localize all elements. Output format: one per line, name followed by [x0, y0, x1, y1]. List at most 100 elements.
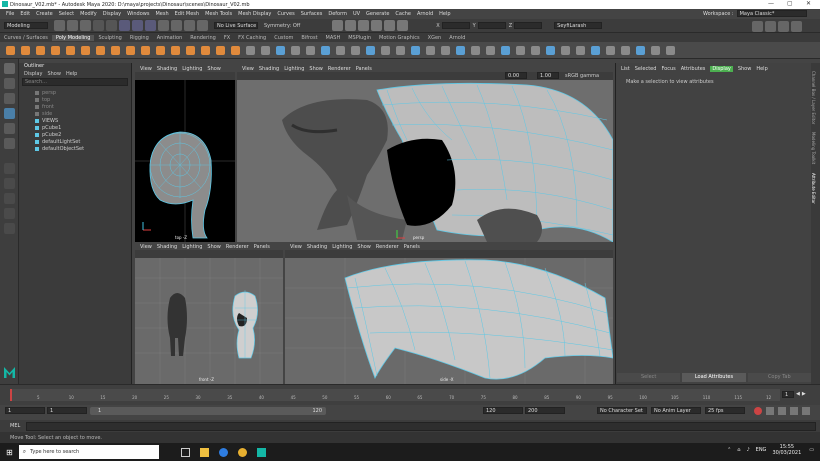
fill-hole-icon[interactable]	[396, 45, 405, 55]
outliner-search-input[interactable]: Search...	[22, 78, 128, 86]
menu-select[interactable]: Select	[59, 11, 74, 17]
paint-select-tool-icon[interactable]	[4, 93, 15, 104]
file-explorer-icon[interactable]	[199, 447, 209, 457]
viewport-front[interactable]: View Shading Lighting Show Renderer Panels fr…	[135, 244, 283, 384]
notifications-icon[interactable]: ▭	[809, 447, 814, 453]
outliner-menu-show[interactable]: Show	[47, 71, 61, 77]
torus-icon[interactable]	[66, 45, 75, 55]
symmetry-label[interactable]: Symmetry: Off	[264, 23, 300, 29]
side-tab-attribute-editor[interactable]: Attribute Editor	[811, 173, 816, 204]
load-attributes-button[interactable]: Load Attributes	[682, 373, 746, 382]
shelf-tab-bifrost[interactable]: Bifrost	[297, 35, 321, 41]
outliner-item[interactable]: side	[19, 110, 131, 117]
shelf-tab-curves-surfaces[interactable]: Curves / Surfaces	[0, 35, 52, 41]
volume-icon[interactable]: ♪	[746, 447, 749, 453]
layout-icon[interactable]	[591, 45, 600, 55]
gear-icon[interactable]	[186, 45, 195, 55]
attr-tab-help[interactable]: Help	[756, 66, 767, 72]
command-input[interactable]	[26, 421, 817, 431]
merge-icon[interactable]	[456, 45, 465, 55]
delete-history-icon[interactable]	[666, 45, 675, 55]
menu-mesh-tools[interactable]: Mesh Tools	[205, 11, 232, 17]
shelf-tab-mash[interactable]: MASH	[322, 35, 345, 41]
shelf-tab-msplugin[interactable]: MSPlugin	[344, 35, 375, 41]
shelf-tab-fx-caching[interactable]: FX Caching	[234, 35, 270, 41]
soccer-icon[interactable]	[201, 45, 210, 55]
smooth-icon[interactable]	[291, 45, 300, 55]
network-icon[interactable]: ⌂	[737, 447, 740, 453]
quad-draw-icon[interactable]	[486, 45, 495, 55]
clock[interactable]: 15:55 30/03/2021	[772, 444, 801, 456]
menu-curves[interactable]: Curves	[277, 11, 294, 17]
target-weld-icon[interactable]	[426, 45, 435, 55]
menu-arnold[interactable]: Arnold	[417, 11, 433, 17]
maya-taskbar-icon[interactable]	[256, 447, 266, 457]
user-account-dropdown[interactable]: SeyfiLarash	[554, 22, 603, 29]
play-forward-icon[interactable]: ▶	[802, 391, 806, 397]
anim-prefs-icon[interactable]	[802, 407, 810, 415]
viewport-persp[interactable]: View Shading Lighting Show Renderer Panels 0.…	[237, 66, 613, 242]
shelf-tab-animation[interactable]: Animation	[153, 35, 187, 41]
open-scene-icon[interactable]	[67, 20, 78, 31]
redo-icon[interactable]	[106, 20, 117, 31]
freeze-icon[interactable]	[651, 45, 660, 55]
chrome-icon[interactable]	[237, 447, 247, 457]
graph-layout-icon[interactable]	[4, 223, 15, 234]
render-frame-icon[interactable]	[345, 20, 357, 31]
attr-tab-show[interactable]: Show	[738, 66, 752, 72]
x-field[interactable]	[441, 22, 470, 29]
snap-view-icon[interactable]	[197, 20, 208, 31]
platonic-icon[interactable]	[111, 45, 120, 55]
modeling-toolkit-toggle-icon[interactable]	[752, 21, 763, 32]
viewport-side[interactable]: View Shading Lighting Show Renderer Panels si…	[285, 244, 613, 384]
rotate-tool-icon[interactable]	[4, 123, 15, 134]
workspace-selector[interactable]: Workspace : Maya Classic*	[697, 10, 807, 17]
mel-label[interactable]: MEL	[10, 423, 20, 429]
four-view-layout-icon[interactable]	[4, 178, 15, 189]
auto-uv-icon[interactable]	[561, 45, 570, 55]
minimize-button[interactable]: —	[768, 0, 774, 7]
disc-icon[interactable]	[96, 45, 105, 55]
shelf-tab-sculpting[interactable]: Sculpting	[94, 35, 125, 41]
playback-prefs-icon[interactable]	[778, 407, 786, 415]
taskbar-search-box[interactable]: ⌕ Type here to search	[18, 445, 159, 459]
shelf-tab-motion-graphics[interactable]: Motion Graphics	[375, 35, 424, 41]
menu-edit[interactable]: Edit	[20, 11, 30, 17]
separate-icon[interactable]	[261, 45, 270, 55]
new-scene-icon[interactable]	[54, 20, 65, 31]
render-settings-icon[interactable]	[371, 20, 383, 31]
helix-icon[interactable]	[171, 45, 180, 55]
viewport-top[interactable]: View Shading Lighting Show top -Z	[135, 66, 235, 242]
outliner-item[interactable]: pCube1	[19, 124, 131, 131]
center-pivot-icon[interactable]	[636, 45, 645, 55]
move-tool-icon[interactable]	[4, 108, 15, 119]
gamma-field[interactable]: 1.00	[537, 72, 559, 79]
windows-start-icon[interactable]: ⊞	[6, 448, 13, 457]
outliner-layout-icon[interactable]	[4, 208, 15, 219]
mirror-icon[interactable]	[321, 45, 330, 55]
sphere-icon[interactable]	[6, 45, 15, 55]
cylinder-icon[interactable]	[36, 45, 45, 55]
menu-display[interactable]: Display	[103, 11, 121, 17]
connect-icon[interactable]	[441, 45, 450, 55]
shelf-tab-custom[interactable]: Custom	[270, 35, 297, 41]
exposure-field[interactable]: 0.00	[505, 72, 527, 79]
range-slider[interactable]: 1 120	[90, 407, 326, 415]
menu-deform[interactable]: Deform	[328, 11, 347, 17]
shelf-tab-rigging[interactable]: Rigging	[126, 35, 153, 41]
select-object-icon[interactable]	[132, 20, 143, 31]
combine-icon[interactable]	[246, 45, 255, 55]
render-view-icon[interactable]	[332, 20, 344, 31]
menu-create[interactable]: Create	[36, 11, 53, 17]
playback-start-field[interactable]: 1	[47, 407, 87, 414]
extract-icon[interactable]	[276, 45, 285, 55]
menu-file[interactable]: File	[6, 11, 14, 17]
outliner-item[interactable]: pCube2	[19, 131, 131, 138]
menu-generate[interactable]: Generate	[366, 11, 389, 17]
arnold-render-icon[interactable]	[397, 20, 409, 31]
svg-icon[interactable]	[216, 45, 225, 55]
workspace-dropdown[interactable]: Maya Classic*	[736, 10, 807, 17]
append-icon[interactable]	[381, 45, 390, 55]
z-field[interactable]	[514, 22, 543, 29]
attr-tab-attributes[interactable]: Attributes	[681, 66, 706, 72]
